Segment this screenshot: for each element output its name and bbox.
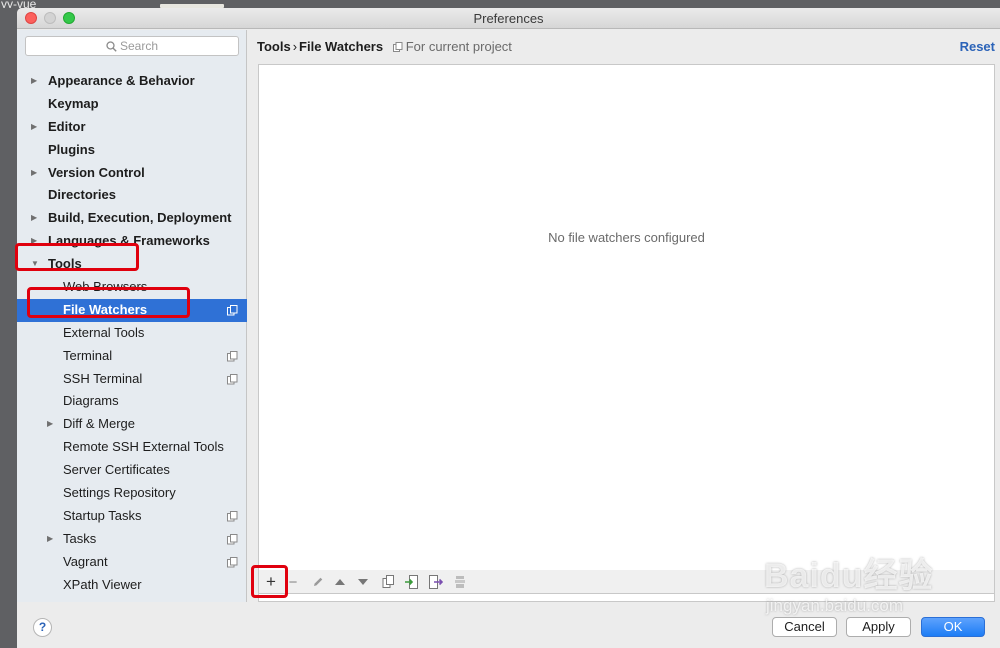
sidebar-item-external-tools[interactable]: External Tools (17, 322, 247, 345)
watermark-url: jingyan.baidu.com (766, 596, 904, 615)
sidebar-item-directories[interactable]: Directories (17, 184, 247, 207)
sidebar-item-tasks[interactable]: ▶ Tasks (17, 528, 247, 551)
search-icon (106, 41, 117, 52)
sidebar-item-plugins[interactable]: Plugins (17, 139, 247, 162)
breadcrumb-current: File Watchers (299, 39, 384, 54)
sidebar-item-label: Terminal (63, 347, 113, 363)
sidebar-item-label: SSH Terminal (63, 370, 143, 386)
project-scope-icon (227, 510, 238, 522)
cancel-button[interactable]: Cancel (772, 617, 837, 637)
file-watchers-list[interactable]: No file watchers configured (258, 64, 995, 602)
collapsed-arrow-icon[interactable]: ▶ (47, 413, 53, 436)
breadcrumb-separator: › (292, 39, 298, 54)
project-scope-icon (227, 304, 238, 316)
project-scope-icon (227, 556, 238, 568)
sidebar-item-version-control[interactable]: ▶ Version Control (17, 162, 247, 185)
move-up-icon[interactable] (330, 570, 350, 594)
sidebar-item-terminal[interactable]: Terminal (17, 345, 247, 368)
sidebar-item-label: Vagrant (63, 553, 108, 569)
file-watchers-page: Tools › File Watchers For current project … (248, 30, 1000, 602)
title-bar: Preferences (17, 8, 1000, 29)
sidebar-item-diagrams[interactable]: Diagrams (17, 390, 247, 413)
sidebar-item-label: Server Certificates (63, 462, 170, 478)
tools-highlight-box (15, 243, 139, 271)
sidebar-item-xpath-viewer[interactable]: XPath Viewer (17, 574, 247, 597)
sidebar-item-label: Build, Execution, Deployment (48, 210, 232, 226)
sidebar-item-keymap[interactable]: Keymap (17, 93, 247, 116)
sidebar-item-build-execution-deployment[interactable]: ▶ Build, Execution, Deployment (17, 207, 247, 230)
sidebar-item-label: Diagrams (63, 393, 119, 409)
collapsed-arrow-icon[interactable]: ▶ (31, 207, 37, 230)
project-scope-icon (227, 350, 238, 362)
import-icon[interactable] (402, 570, 422, 594)
sidebar-item-label: Appearance & Behavior (48, 73, 195, 88)
apply-button[interactable]: Apply (846, 617, 911, 637)
sidebar-item-label: Version Control (48, 164, 145, 180)
sidebar-item-label: XPath Viewer (63, 576, 142, 592)
sidebar-item-server-certificates[interactable]: Server Certificates (17, 459, 247, 482)
background-terminal-text: yy-vue (1, 0, 37, 8)
export-icon[interactable] (426, 570, 446, 594)
sidebar-item-editor[interactable]: ▶ Editor (17, 116, 247, 139)
sidebar-item-label: Editor (48, 118, 86, 134)
sidebar-item-label: Startup Tasks (63, 507, 142, 523)
copy-icon[interactable] (378, 570, 398, 594)
watermark-brand: Baidu经验 (764, 557, 934, 595)
sidebar-item-appearance-behavior[interactable]: ▶ Appearance & Behavior (17, 70, 247, 93)
file-watchers-highlight-box (27, 287, 190, 318)
collapsed-arrow-icon[interactable]: ▶ (31, 70, 37, 93)
sidebar-item-startup-tasks[interactable]: Startup Tasks (17, 505, 247, 528)
sidebar-item-settings-repository[interactable]: Settings Repository (17, 482, 247, 505)
sidebar-item-vagrant[interactable]: Vagrant (17, 551, 247, 574)
sidebar-item-label: Plugins (48, 141, 95, 157)
sidebar-item-diff-merge[interactable]: ▶ Diff & Merge (17, 413, 247, 436)
sidebar-item-label: Settings Repository (63, 485, 176, 501)
breadcrumb: Tools › File Watchers For current project (257, 39, 512, 54)
project-scope-label: For current project (392, 39, 512, 54)
sidebar-item-label: Directories (48, 187, 116, 203)
collapsed-arrow-icon[interactable]: ▶ (31, 116, 37, 139)
sidebar-item-label: Tasks (63, 530, 97, 546)
project-scope-icon (227, 373, 238, 385)
sidebar-item-ssh-terminal[interactable]: SSH Terminal (17, 368, 247, 391)
help-button[interactable]: ? (33, 618, 52, 637)
settings-tree: ▶ Appearance & Behavior Keymap ▶ Editor Plugi… (17, 70, 247, 596)
window-title: Preferences (473, 11, 544, 26)
project-scope-icon (227, 533, 238, 545)
sidebar-item-label: Keymap (48, 95, 99, 111)
collapsed-arrow-icon[interactable]: ▶ (31, 162, 37, 185)
search-input[interactable]: Search (25, 36, 239, 56)
sidebar-item-label: Remote SSH External Tools (63, 439, 224, 455)
reset-link[interactable]: Reset (960, 39, 995, 54)
breadcrumb-parent[interactable]: Tools (257, 39, 291, 54)
move-down-icon[interactable] (353, 570, 373, 594)
edit-icon[interactable] (308, 570, 328, 594)
sidebar-item-label: Diff & Merge (63, 416, 136, 432)
ok-button[interactable]: OK (921, 617, 985, 637)
sidebar-item-label: External Tools (63, 324, 145, 340)
search-placeholder: Search (119, 39, 159, 53)
sidebar-item-remote-ssh-external-tools[interactable]: Remote SSH External Tools (17, 436, 247, 459)
collapsed-arrow-icon[interactable]: ▶ (47, 528, 53, 551)
add-button-highlight-box (251, 565, 288, 598)
project-scope-text: For current project (405, 39, 512, 54)
empty-state-text: No file watchers configured (548, 230, 705, 245)
disabled-stack-icon[interactable] (450, 570, 470, 594)
project-scope-icon (392, 42, 403, 52)
